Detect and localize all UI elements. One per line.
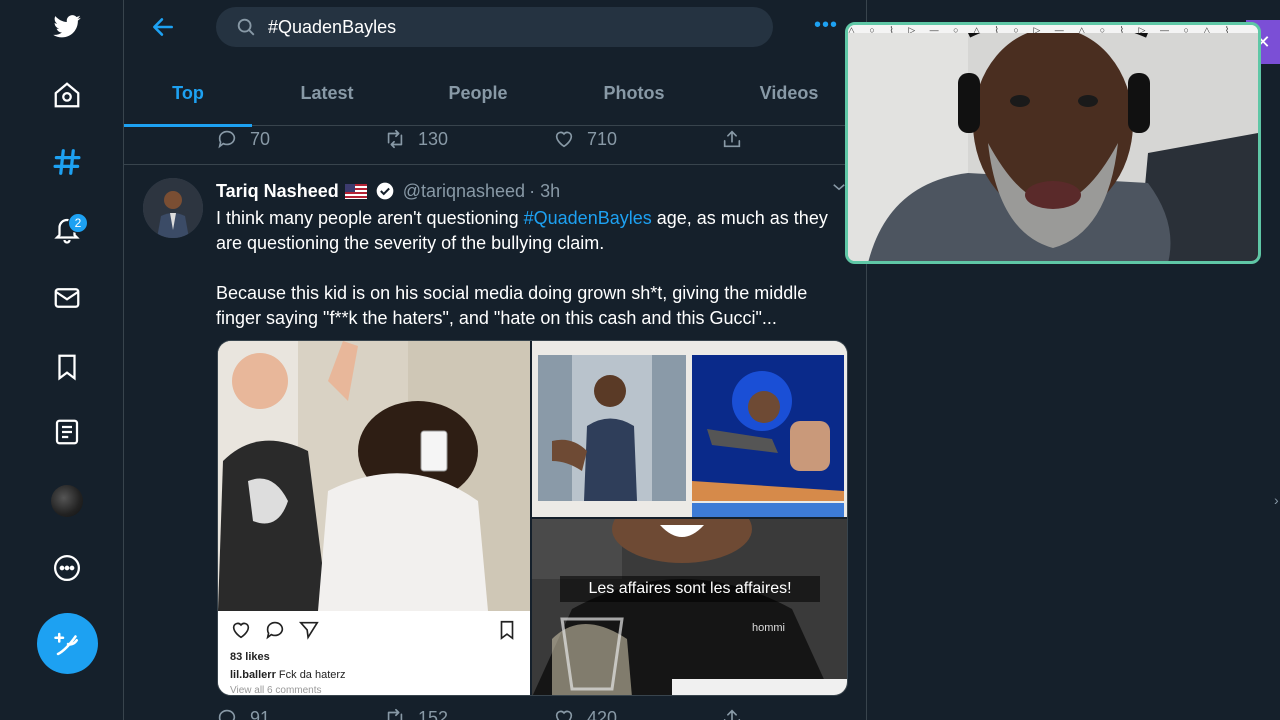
tweet-text-line: Because this kid is on his social media …	[216, 283, 808, 303]
like-button[interactable]: 420	[553, 707, 617, 720]
tweet-text-line: finger saying "f**k the haters", and "ha…	[216, 308, 777, 328]
insta-likes: 83 likes	[230, 651, 270, 663]
comment-icon	[266, 621, 284, 640]
search-header: ••• Top Latest People Photos Videos	[124, 0, 867, 127]
back-arrow-icon[interactable]	[146, 10, 180, 44]
shirt-brand-text: hommi	[752, 622, 785, 634]
share-icon[interactable]	[721, 707, 755, 720]
explore-hashtag-icon[interactable]	[42, 137, 92, 187]
image-overlay-caption: Les affaires sont les affaires!	[560, 576, 820, 602]
webcam-person-image	[848, 33, 1258, 261]
search-tabs: Top Latest People Photos Videos	[124, 60, 867, 127]
tweet-actions: 91 152 420	[216, 707, 756, 720]
scroll-indicator[interactable]: ›	[1274, 492, 1280, 522]
bookmark-icon	[496, 619, 518, 646]
compose-tweet-button[interactable]	[37, 613, 98, 674]
media-photo-3[interactable]: hommi	[532, 519, 847, 695]
photo-kids-mirror	[218, 341, 530, 611]
like-button[interactable]: 710	[553, 128, 617, 150]
search-input[interactable]	[268, 16, 748, 38]
search-icon	[224, 16, 268, 38]
us-flag-icon	[344, 183, 367, 199]
more-options-icon[interactable]: •••	[814, 14, 838, 37]
tweet-media-grid[interactable]: 83 likes lil.ballerr Fck da haterz View …	[217, 340, 848, 696]
like-count: 710	[587, 128, 618, 149]
share-icon[interactable]	[721, 128, 755, 150]
profile-avatar[interactable]	[42, 476, 92, 526]
home-icon[interactable]	[42, 70, 92, 120]
tweet-text-line: are questioning the severity of the bull…	[216, 233, 605, 253]
search-box[interactable]	[216, 7, 773, 47]
tweet-text-segment: I think many people aren't questioning	[216, 208, 524, 228]
tweet-time: · 3h	[529, 180, 561, 201]
bookmarks-icon[interactable]	[42, 342, 92, 392]
insta-caption: lil.ballerr Fck da haterz	[230, 669, 346, 681]
tab-people[interactable]: People	[402, 60, 554, 126]
retweet-button[interactable]: 152	[384, 707, 448, 720]
tweet-header: Tariq Nasheed @tariqnasheed · 3h	[216, 180, 560, 202]
reply-button[interactable]: 70	[216, 128, 270, 150]
insta-comments-link: View all 6 comments	[230, 685, 322, 696]
left-nav: 2	[0, 0, 124, 720]
tab-photos[interactable]: Photos	[554, 60, 714, 126]
tweet-divider	[124, 164, 867, 165]
hashtag-link[interactable]: #QuadenBayles	[524, 208, 652, 228]
shirt-brand: hommi	[752, 622, 785, 634]
heart-icon	[232, 622, 250, 639]
author-avatar[interactable]	[143, 178, 203, 238]
twitter-logo-icon[interactable]	[42, 2, 92, 52]
reply-button[interactable]: 91	[216, 707, 270, 720]
notifications-icon[interactable]: 2	[42, 205, 92, 255]
tab-latest[interactable]: Latest	[252, 60, 402, 126]
media-photo-2[interactable]	[532, 341, 847, 517]
tab-videos[interactable]: Videos	[714, 60, 864, 126]
like-count: 420	[587, 707, 618, 720]
author-name[interactable]: Tariq Nasheed	[216, 181, 339, 202]
messages-icon[interactable]	[42, 273, 92, 323]
media-photo-1[interactable]: 83 likes lil.ballerr Fck da haterz View …	[218, 341, 530, 696]
retweet-button[interactable]: 130	[384, 128, 448, 150]
tweet-text: I think many people aren't questioning #…	[216, 206, 848, 331]
verified-badge-icon	[376, 182, 394, 200]
insta-user: lil.ballerr	[230, 669, 276, 681]
author-handle[interactable]: @tariqnasheed	[403, 181, 525, 202]
tweet-text-segment: age, as much as they	[651, 208, 828, 228]
send-icon	[298, 621, 319, 640]
retweet-count: 130	[418, 128, 449, 149]
notifications-badge: 2	[68, 213, 88, 233]
insta-caption-text: Fck da haterz	[275, 669, 346, 681]
instagram-post-footer: 83 likes lil.ballerr Fck da haterz View …	[218, 611, 530, 696]
webcam-overlay: △ ○ ⌇ ▷ — ○ △ ⌇ ○ ▷ — △ ○ ⌇ ▷ — ○ △ ⌇	[845, 22, 1261, 264]
reply-count: 70	[250, 128, 271, 149]
lists-icon[interactable]	[42, 407, 92, 457]
photo-collage	[532, 341, 847, 517]
reply-count: 91	[250, 707, 271, 720]
tab-top[interactable]: Top	[124, 60, 252, 127]
retweet-count: 152	[418, 707, 449, 720]
photo-boy-smiling: hommi	[532, 519, 847, 695]
more-icon[interactable]	[42, 543, 92, 593]
prev-tweet-actions: 70 130 710	[216, 128, 756, 152]
